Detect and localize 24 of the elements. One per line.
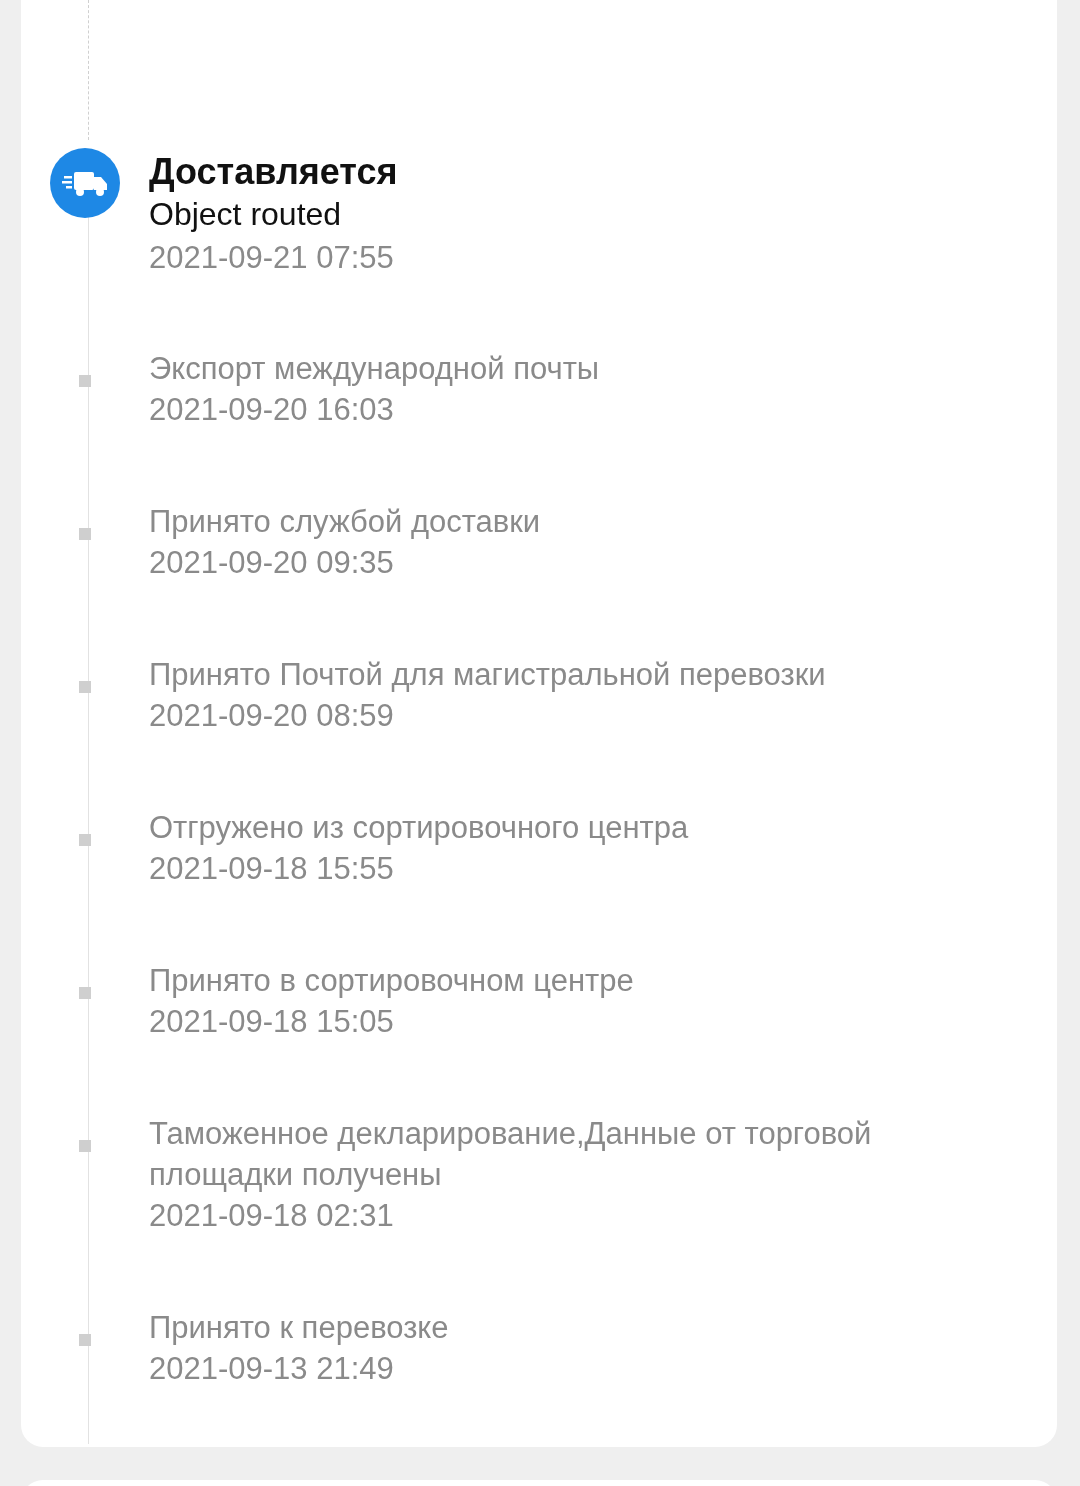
event-time: 2021-09-18 15:05	[149, 1003, 395, 1041]
event-time: 2021-09-20 08:59	[149, 697, 395, 735]
timeline-marker	[79, 681, 91, 693]
event-time: 2021-09-18 15:55	[149, 850, 395, 888]
timeline-marker	[79, 528, 91, 540]
event-time: 2021-09-20 09:35	[149, 544, 395, 582]
event-time: 2021-09-13 21:49	[149, 1350, 395, 1388]
event-time: 2021-09-21 07:55	[149, 239, 395, 277]
timeline-marker	[79, 834, 91, 846]
event-description: Таможенное декларирование,Данные от торговой площадки получены	[149, 1115, 873, 1194]
event-description: Object routed	[149, 195, 343, 234]
status-title: Доставляется	[149, 150, 399, 193]
event-description: Принято к перевозке	[149, 1309, 450, 1347]
event-time: 2021-09-18 02:31	[149, 1197, 395, 1235]
event-description: Принято Почтой для магистральной перевозки	[149, 656, 827, 694]
timeline-marker	[79, 1140, 91, 1152]
timeline-marker	[79, 375, 91, 387]
event-description: Принято службой доставки	[149, 503, 542, 541]
event-description: Экспорт международной почты	[149, 350, 601, 388]
event-time: 2021-09-20 16:03	[149, 391, 395, 429]
event-description: Принято в сортировочном центре	[149, 962, 635, 1000]
event-description: Отгружено из сортировочного центра	[149, 809, 690, 847]
timeline-marker	[79, 1334, 91, 1346]
timeline-marker	[79, 987, 91, 999]
